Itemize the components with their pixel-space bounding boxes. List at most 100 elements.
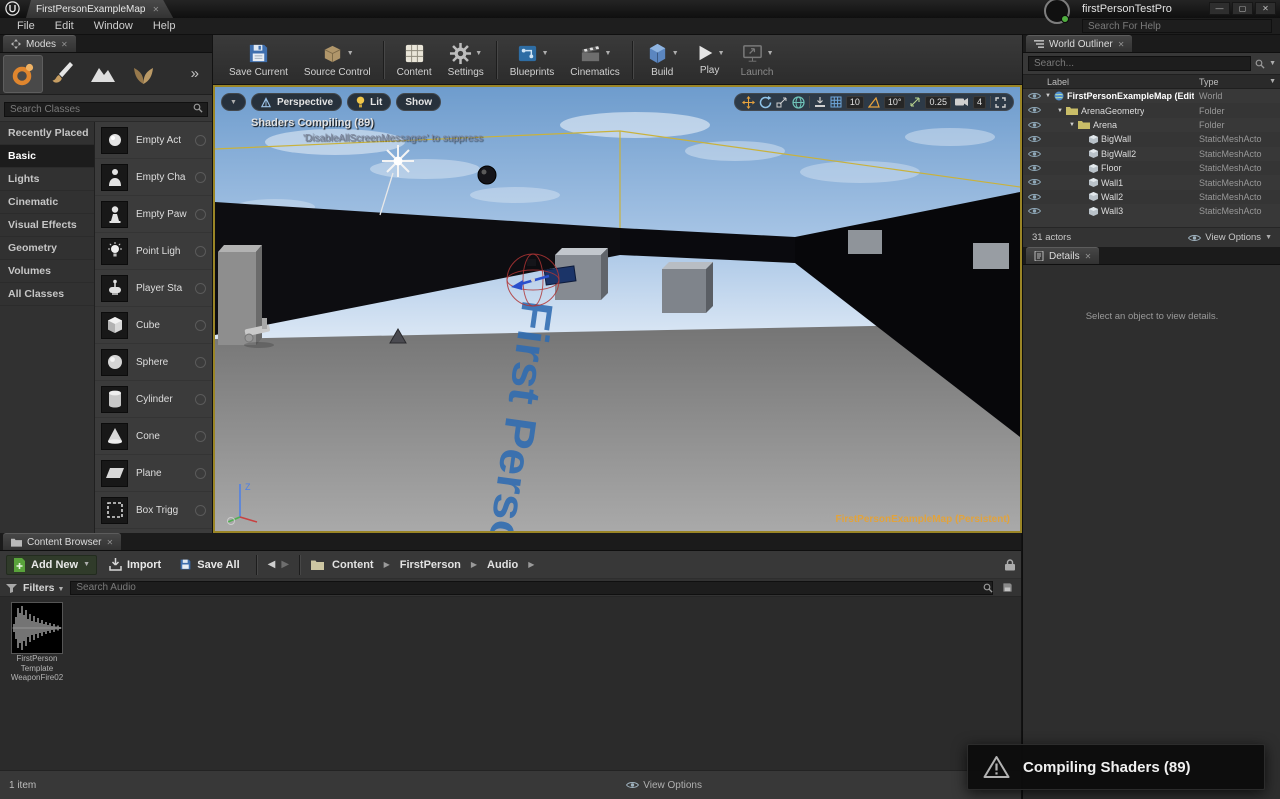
world-coordinate-icon[interactable] bbox=[792, 96, 805, 109]
save-all-button[interactable]: Save All bbox=[173, 556, 245, 573]
place-item-empty-pawn[interactable]: Empty Paw bbox=[95, 196, 212, 233]
eye-icon[interactable] bbox=[1028, 193, 1041, 201]
place-item-cylinder[interactable]: Cylinder bbox=[95, 381, 212, 418]
mode-paint-button[interactable] bbox=[43, 55, 83, 93]
cinematics-button[interactable]: ▼ Cinematics bbox=[562, 37, 627, 83]
breadcrumb-content[interactable]: Content bbox=[330, 559, 376, 571]
eye-icon[interactable] bbox=[1028, 92, 1041, 100]
lit-mode-button[interactable]: Lit bbox=[347, 93, 391, 111]
settings-button[interactable]: ▼ Settings bbox=[440, 37, 492, 83]
expand-icon[interactable]: ▼ bbox=[1057, 108, 1063, 114]
menu-file[interactable]: File bbox=[8, 20, 44, 32]
close-icon[interactable]: ✕ bbox=[152, 5, 159, 14]
mode-foliage-button[interactable] bbox=[123, 55, 163, 93]
add-new-button[interactable]: Add New▼ bbox=[6, 555, 97, 575]
tab-modes[interactable]: Modes ✕ bbox=[3, 35, 76, 52]
breadcrumb-audio[interactable]: Audio bbox=[485, 559, 520, 571]
tab-world-outliner[interactable]: World Outliner ✕ bbox=[1026, 35, 1132, 52]
mode-place-button[interactable] bbox=[3, 55, 43, 93]
rotation-snap-icon[interactable] bbox=[868, 97, 880, 108]
eye-icon[interactable] bbox=[1028, 106, 1041, 114]
back-button[interactable]: ◀ bbox=[268, 559, 276, 570]
eye-icon[interactable] bbox=[1028, 207, 1041, 215]
blueprints-button[interactable]: ▼ Blueprints bbox=[502, 37, 562, 83]
place-item-cube[interactable]: Cube bbox=[95, 307, 212, 344]
surface-snap-icon[interactable] bbox=[814, 96, 826, 108]
scale-snap-value[interactable]: 0.25 bbox=[925, 96, 951, 109]
viewport-options-button[interactable]: ▼ bbox=[221, 93, 246, 111]
asset-tile-weaponfire[interactable]: FirstPerson Template WeaponFire02 bbox=[6, 602, 68, 683]
close-icon[interactable]: ✕ bbox=[61, 40, 68, 49]
maximize-icon[interactable]: ▢ bbox=[1232, 2, 1253, 15]
tab-details[interactable]: Details ✕ bbox=[1026, 247, 1099, 264]
outliner-row-bigwall[interactable]: BigWall StaticMeshActo bbox=[1023, 132, 1280, 146]
more-modes-button[interactable]: » bbox=[181, 65, 209, 82]
help-search-input[interactable] bbox=[1082, 19, 1272, 33]
import-button[interactable]: Import bbox=[103, 556, 167, 573]
viewport-scene[interactable]: First Person bbox=[215, 87, 1020, 531]
eye-icon[interactable] bbox=[1028, 150, 1041, 158]
grid-snap-value[interactable]: 10 bbox=[846, 96, 864, 109]
category-volumes[interactable]: Volumes bbox=[0, 260, 94, 283]
search-classes-input[interactable] bbox=[4, 102, 208, 117]
category-lights[interactable]: Lights bbox=[0, 168, 94, 191]
forward-button[interactable]: ▶ bbox=[281, 559, 289, 570]
account-status-icon[interactable] bbox=[1044, 0, 1070, 24]
build-button[interactable]: ▼ Build bbox=[638, 37, 687, 83]
place-item-player-start[interactable]: Player Sta bbox=[95, 270, 212, 307]
grid-snap-icon[interactable] bbox=[830, 96, 842, 108]
search-audio-input[interactable] bbox=[70, 581, 993, 595]
eye-icon[interactable] bbox=[1028, 135, 1041, 143]
translate-tool-icon[interactable] bbox=[742, 96, 755, 109]
eye-icon[interactable] bbox=[1028, 121, 1041, 129]
place-item-sphere[interactable]: Sphere bbox=[95, 344, 212, 381]
category-basic[interactable]: Basic bbox=[0, 145, 94, 168]
rotation-snap-value[interactable]: 10° bbox=[884, 96, 906, 109]
category-all-classes[interactable]: All Classes bbox=[0, 283, 94, 306]
source-control-button[interactable]: ▼ Source Control bbox=[296, 37, 379, 83]
tab-content-browser[interactable]: Content Browser ✕ bbox=[3, 533, 121, 550]
expand-icon[interactable]: ▼ bbox=[1045, 93, 1051, 99]
outliner-row-wall2[interactable]: Wall2 StaticMeshActo bbox=[1023, 190, 1280, 204]
outliner-row-arenageometry[interactable]: ▼ArenaGeometry Folder bbox=[1023, 103, 1280, 117]
perspective-button[interactable]: Perspective bbox=[251, 93, 342, 111]
category-recently-placed[interactable]: Recently Placed bbox=[0, 122, 94, 145]
close-icon[interactable]: ✕ bbox=[106, 538, 113, 547]
filters-button[interactable]: Filters ▼ bbox=[23, 582, 64, 594]
menu-help[interactable]: Help bbox=[144, 20, 185, 32]
menu-edit[interactable]: Edit bbox=[46, 20, 83, 32]
category-cinematic[interactable]: Cinematic bbox=[0, 191, 94, 214]
category-geometry[interactable]: Geometry bbox=[0, 237, 94, 260]
scale-snap-icon[interactable] bbox=[909, 96, 921, 108]
asset-grid[interactable]: FirstPerson Template WeaponFire02 bbox=[0, 597, 1021, 771]
lock-icon[interactable] bbox=[1005, 559, 1015, 571]
outliner-row-bigwall2[interactable]: BigWall2 StaticMeshActo bbox=[1023, 147, 1280, 161]
filter-icon[interactable]: ▼ bbox=[1269, 78, 1276, 85]
sphere-sprite[interactable] bbox=[478, 166, 496, 184]
outliner-row-wall1[interactable]: Wall1 StaticMeshActo bbox=[1023, 175, 1280, 189]
breadcrumb-firstperson[interactable]: FirstPerson bbox=[398, 559, 463, 571]
outliner-row-world[interactable]: ▼FirstPersonExampleMap (Edit World bbox=[1023, 89, 1280, 103]
camera-speed-value[interactable]: 4 bbox=[973, 96, 986, 109]
save-current-button[interactable]: Save Current bbox=[221, 37, 296, 83]
close-icon[interactable]: ✕ bbox=[1255, 2, 1276, 15]
close-icon[interactable]: ✕ bbox=[1118, 40, 1125, 49]
floor[interactable] bbox=[215, 323, 1020, 531]
place-item-empty-actor[interactable]: Empty Act bbox=[95, 122, 212, 159]
cb-view-options-button[interactable]: View Options bbox=[626, 780, 1012, 791]
menu-window[interactable]: Window bbox=[85, 20, 142, 32]
show-menu-button[interactable]: Show bbox=[396, 93, 441, 111]
expand-icon[interactable]: ▼ bbox=[1069, 122, 1075, 128]
place-item-plane[interactable]: Plane bbox=[95, 455, 212, 492]
play-button[interactable]: ▼ Play bbox=[687, 37, 733, 83]
mode-landscape-button[interactable] bbox=[83, 55, 123, 93]
camera-speed-icon[interactable] bbox=[955, 97, 969, 107]
outliner-row-wall3[interactable]: Wall3 StaticMeshActo bbox=[1023, 204, 1280, 218]
chevron-down-icon[interactable]: ▼ bbox=[1269, 60, 1276, 67]
level-tab[interactable]: FirstPersonExampleMap ✕ bbox=[26, 0, 173, 18]
rotate-tool-icon[interactable] bbox=[759, 96, 772, 109]
outliner-search-input[interactable] bbox=[1028, 56, 1251, 71]
outliner-row-arena[interactable]: ▼Arena Folder bbox=[1023, 118, 1280, 132]
maximize-viewport-icon[interactable] bbox=[995, 97, 1006, 108]
outliner-row-floor[interactable]: Floor StaticMeshActo bbox=[1023, 161, 1280, 175]
